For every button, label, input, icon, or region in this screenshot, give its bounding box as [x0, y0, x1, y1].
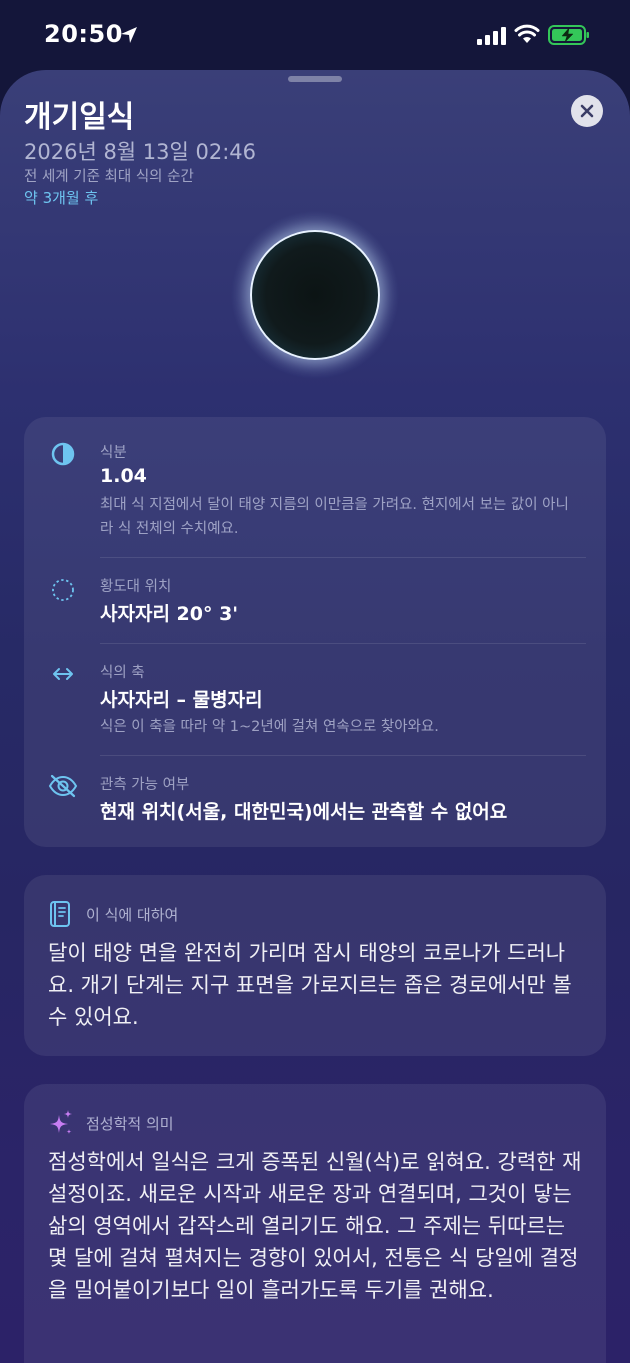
- ecliptic-value: 사자자리 20° 3': [100, 603, 239, 625]
- battery-charging-icon: [548, 25, 589, 45]
- close-button[interactable]: [571, 95, 603, 127]
- eclipse-details-card: 식분 1.04 최대 식 지점에서 달이 태양 지름의 이만큼을 가려요. 현지…: [24, 417, 606, 847]
- moon-disc: [250, 230, 380, 360]
- eclipse-illustration: [215, 210, 415, 385]
- eclipse-detail-sheet: 개기일식 2026년 8월 13일 02:46 전 세계 기준 최대 식의 순간…: [0, 70, 630, 1363]
- close-icon: [580, 104, 594, 118]
- about-body: 달이 태양 면을 완전히 가리며 잠시 태양의 코로나가 드러나요. 개기 단계…: [48, 941, 572, 1029]
- cellular-signal-icon: [477, 27, 506, 45]
- eclipse-title: 개기일식: [24, 100, 135, 135]
- detail-row-visibility: 관측 가능 여부 현재 위치(서울, 대한민국)에서는 관측할 수 없어요: [24, 755, 606, 847]
- status-time: 20:50: [44, 20, 123, 48]
- eye-slash-icon: [48, 774, 78, 798]
- magnitude-description: 최대 식 지점에서 달이 태양 지름의 이만큼을 가려요. 현지에서 보는 값이…: [100, 497, 569, 537]
- wifi-icon: [514, 24, 540, 43]
- magnitude-label: 식분: [100, 445, 127, 461]
- astrology-label: 점성학적 의미: [86, 1115, 174, 1133]
- magnitude-value: 1.04: [100, 465, 147, 487]
- dashed-circle-icon: [52, 579, 74, 601]
- axis-description: 식은 이 축을 따라 약 1~2년에 걸쳐 연속으로 찾아와요.: [100, 719, 439, 735]
- left-right-arrow-icon: [53, 668, 73, 680]
- eclipse-subtitle: 전 세계 기준 최대 식의 순간: [24, 169, 194, 185]
- detail-row-magnitude: 식분 1.04 최대 식 지점에서 달이 태양 지름의 이만큼을 가려요. 현지…: [24, 417, 606, 557]
- about-eclipse-card: 이 식에 대하여 달이 태양 면을 완전히 가리며 잠시 태양의 코로나가 드러…: [24, 875, 606, 1056]
- half-circle-icon: [51, 442, 75, 466]
- ecliptic-label: 황도대 위치: [100, 579, 172, 595]
- visibility-value: 현재 위치(서울, 대한민국)에서는 관측할 수 없어요: [100, 801, 508, 823]
- book-icon: [50, 901, 70, 927]
- sparkles-icon: [50, 1110, 72, 1134]
- visibility-label: 관측 가능 여부: [100, 777, 190, 793]
- axis-label: 식의 축: [100, 665, 145, 681]
- eclipse-relative-time: 약 3개월 후: [24, 189, 99, 207]
- detail-row-ecliptic: 황도대 위치 사자자리 20° 3': [24, 557, 606, 643]
- about-label: 이 식에 대하여: [86, 906, 179, 924]
- astrology-card: 점성학적 의미 점성학에서 일식은 크게 증폭된 신월(삭)로 읽혀요. 강력한…: [24, 1084, 606, 1363]
- sheet-grabber[interactable]: [288, 76, 342, 82]
- detail-row-axis: 식의 축 사자자리 – 물병자리 식은 이 축을 따라 약 1~2년에 걸쳐 연…: [24, 643, 606, 755]
- eclipse-datetime: 2026년 8월 13일 02:46: [24, 140, 257, 164]
- axis-value: 사자자리 – 물병자리: [100, 689, 263, 711]
- location-arrow-icon: [121, 27, 137, 43]
- status-bar: 20:50: [0, 0, 630, 70]
- astrology-body: 점성학에서 일식은 크게 증폭된 신월(삭)로 읽혀요. 강력한 재설정이죠. …: [48, 1150, 582, 1302]
